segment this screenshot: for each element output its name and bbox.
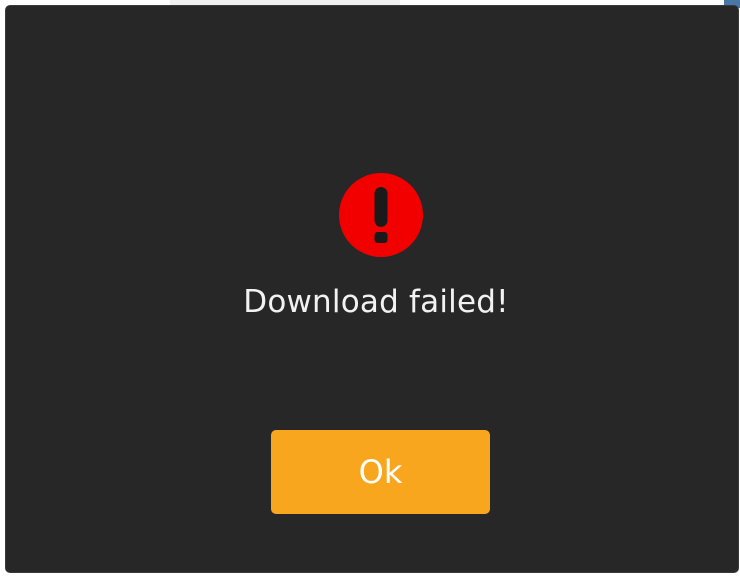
error-message: Download failed!: [243, 284, 509, 320]
error-dialog: Download failed! Ok: [6, 6, 738, 572]
ok-button[interactable]: Ok: [271, 430, 490, 514]
exclamation-circle-icon: [339, 173, 423, 257]
